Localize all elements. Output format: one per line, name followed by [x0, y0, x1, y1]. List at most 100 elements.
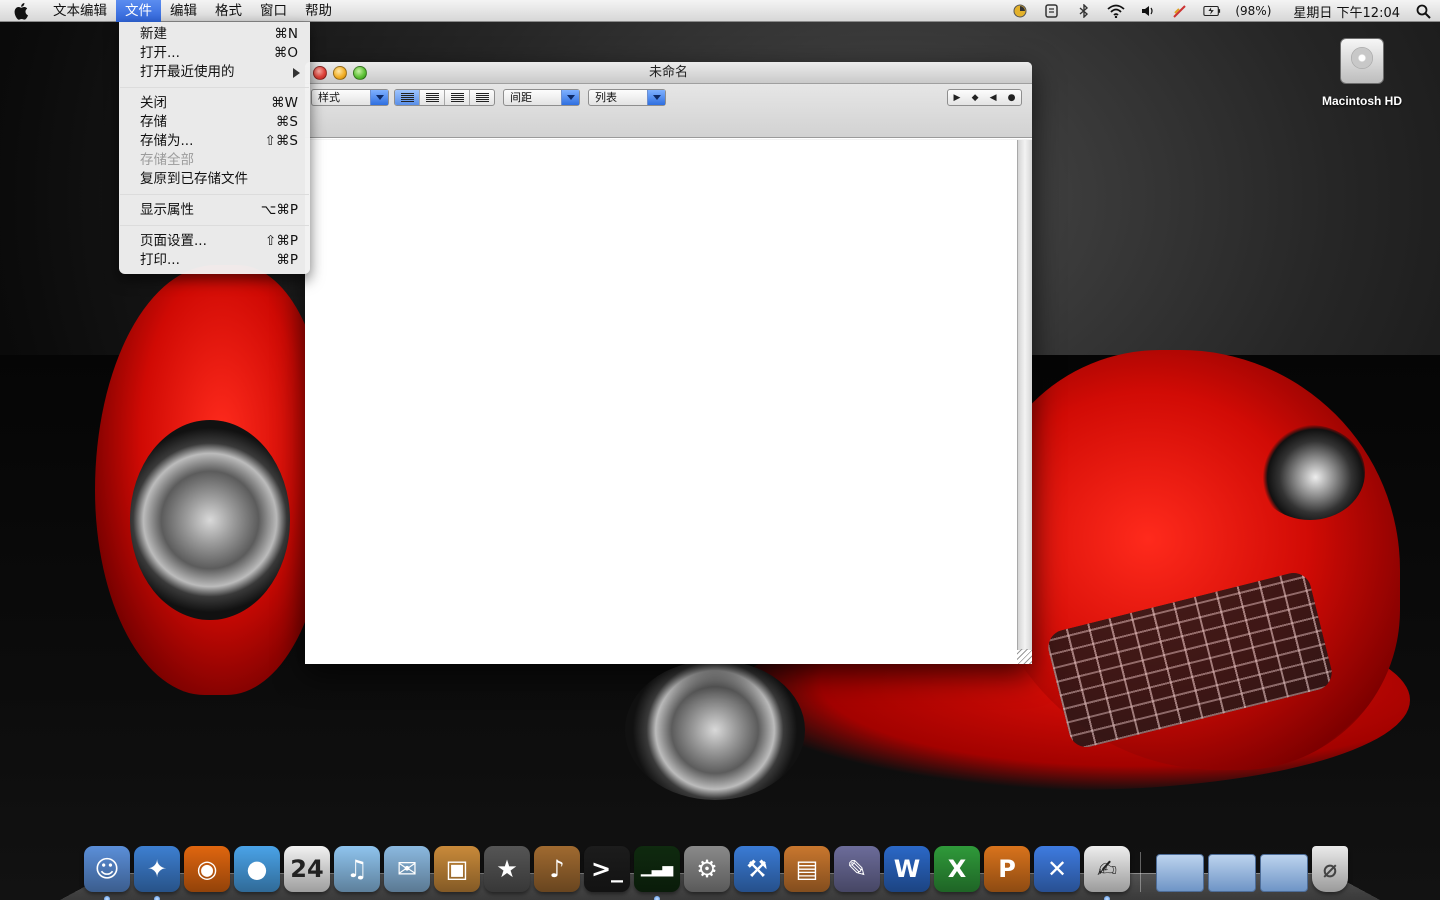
menu-item-open-recent[interactable]: 打开最近使用的: [119, 63, 310, 82]
app-menu-textedit[interactable]: 文本编辑: [44, 0, 116, 22]
align-center-icon: [425, 93, 439, 102]
menu-item-shortcut: ⇧⌘P: [265, 233, 298, 249]
list-popup[interactable]: 列表: [588, 89, 666, 106]
tab-decimal-icon[interactable]: ◆: [972, 93, 979, 103]
menu-clock[interactable]: 星期日 下午12:04: [1293, 2, 1400, 21]
tab-left-icon[interactable]: ◀: [990, 93, 997, 103]
menu-item-new[interactable]: 新建 ⌘N: [119, 25, 310, 44]
dock-separator: [1140, 852, 1146, 892]
menu-item-label: 存储: [140, 114, 167, 130]
powerpoint-icon[interactable]: P: [984, 846, 1030, 892]
system-preferences-icon[interactable]: ⚙: [684, 846, 730, 892]
activity-monitor-icon[interactable]: ▁▃▅: [634, 846, 680, 900]
dock: ☺ ✦ ◉ ● 24 ♫ ✉ ▣ ★ ♪ >_ ▁▃▅ ⚙ ⚒ ▤ ✎ W X P ✕ ✍ ⌀: [84, 832, 1374, 900]
menu-item-shortcut: ⌘O: [273, 45, 298, 61]
garageband-icon[interactable]: ♪: [534, 846, 580, 892]
window-titlebar[interactable]: 未命名: [305, 62, 1032, 84]
firefox-icon[interactable]: ◉: [184, 846, 230, 892]
menu-file[interactable]: 文件: [116, 0, 161, 22]
volume-icon[interactable]: [1139, 3, 1157, 19]
resize-handle[interactable]: [1017, 649, 1032, 664]
align-justify-icon: [450, 93, 464, 102]
file-menu-dropdown: 新建 ⌘N 打开... ⌘O 打开最近使用的 关闭 ⌘W 存储 ⌘S 存储为..…: [119, 22, 310, 274]
sync-icon[interactable]: [1043, 3, 1061, 19]
menu-edit[interactable]: 编辑: [161, 0, 206, 22]
menu-item-label: 复原到已存储文件: [140, 171, 248, 187]
spacing-popup[interactable]: 间距: [503, 89, 580, 106]
macintosh-hd-label: Macintosh HD: [1321, 94, 1402, 108]
textedit-icon[interactable]: ✍: [1084, 846, 1130, 900]
car-headlight: [1255, 425, 1365, 520]
excel-icon[interactable]: X: [934, 846, 980, 892]
document-text-area[interactable]: [305, 140, 1017, 664]
align-justify-button[interactable]: [445, 90, 470, 105]
time-machine-icon[interactable]: [1011, 3, 1029, 19]
menu-item-label: 打印...: [140, 252, 180, 268]
align-left-button[interactable]: [395, 90, 420, 105]
wifi-icon[interactable]: [1107, 3, 1125, 19]
menu-separator: [119, 189, 310, 201]
menu-item-label: 存储为...: [140, 133, 194, 149]
terminal-icon[interactable]: >_: [584, 846, 630, 892]
safari-icon[interactable]: ✦: [134, 846, 180, 900]
spacing-popup-label: 间距: [510, 91, 532, 104]
documents-folder-icon[interactable]: [1208, 854, 1256, 892]
ical-icon[interactable]: 24: [284, 846, 330, 892]
spotlight-search-icon[interactable]: [1414, 3, 1432, 19]
menu-item-revert[interactable]: 复原到已存储文件: [119, 170, 310, 189]
menu-item-page-setup[interactable]: 页面设置... ⇧⌘P: [119, 232, 310, 251]
menu-window[interactable]: 窗口: [251, 0, 296, 22]
keynote-icon[interactable]: ▤: [784, 846, 830, 892]
bluetooth-icon[interactable]: [1075, 3, 1093, 19]
menu-format[interactable]: 格式: [206, 0, 251, 22]
window-title: 未命名: [648, 65, 688, 80]
imovie-icon[interactable]: ★: [484, 846, 530, 892]
menu-item-save[interactable]: 存储 ⌘S: [119, 113, 310, 132]
tab-right-icon[interactable]: ▶: [954, 93, 961, 103]
menu-separator: [119, 82, 310, 94]
align-left-icon: [400, 93, 414, 102]
script-pen-icon[interactable]: [1171, 3, 1189, 19]
applications-folder-icon[interactable]: [1156, 854, 1204, 892]
menu-item-shortcut: ⌘P: [276, 252, 298, 268]
format-toolbar: 样式 间距 列表 ▶ ◆ ◀ ●: [305, 84, 1032, 161]
macintosh-hd-desktop-icon[interactable]: Macintosh HD: [1312, 38, 1412, 108]
menu-item-label: 存储全部: [140, 152, 194, 168]
style-popup[interactable]: 样式: [311, 89, 389, 106]
itunes-icon[interactable]: ♫: [334, 846, 380, 892]
iphoto-icon[interactable]: ▣: [434, 846, 480, 892]
trash-icon[interactable]: ⌀: [1312, 846, 1348, 892]
menu-item-label: 页面设置...: [140, 233, 207, 249]
menu-separator: [119, 220, 310, 232]
dashcode-icon[interactable]: ✕: [1034, 846, 1080, 892]
xcode-icon[interactable]: ⚒: [734, 846, 780, 892]
menu-item-save-as[interactable]: 存储为... ⇧⌘S: [119, 132, 310, 151]
menu-item-label: 新建: [140, 26, 167, 42]
submenu-arrow-icon: [293, 68, 300, 78]
align-right-button[interactable]: [470, 90, 494, 105]
menu-item-shortcut: ⌘N: [274, 26, 298, 42]
ichat-icon[interactable]: ●: [234, 846, 280, 892]
chevron-down-icon: [647, 90, 665, 105]
menu-item-print[interactable]: 打印... ⌘P: [119, 251, 310, 270]
menu-item-save-all: 存储全部: [119, 151, 310, 170]
downloads-folder-icon[interactable]: [1260, 854, 1308, 892]
tab-center-icon[interactable]: ●: [1008, 93, 1016, 103]
car-rear-wheel: [130, 420, 290, 620]
battery-percent: (98%): [1235, 4, 1272, 18]
finder-icon[interactable]: ☺: [84, 846, 130, 900]
word-icon[interactable]: W: [884, 846, 930, 892]
apple-menu[interactable]: [0, 0, 44, 22]
list-popup-label: 列表: [595, 91, 617, 104]
menu-help[interactable]: 帮助: [296, 0, 341, 22]
menu-item-shortcut: ⌘W: [271, 95, 298, 111]
battery-icon[interactable]: [1203, 3, 1221, 19]
menu-item-show-properties[interactable]: 显示属性 ⌥⌘P: [119, 201, 310, 220]
vertical-scrollbar[interactable]: [1017, 140, 1032, 650]
align-center-button[interactable]: [420, 90, 445, 105]
automator-icon[interactable]: ✎: [834, 846, 880, 892]
menu-item-shortcut: ⌘S: [275, 114, 298, 130]
menu-item-close[interactable]: 关闭 ⌘W: [119, 94, 310, 113]
menu-item-open[interactable]: 打开... ⌘O: [119, 44, 310, 63]
mail-icon[interactable]: ✉: [384, 846, 430, 892]
